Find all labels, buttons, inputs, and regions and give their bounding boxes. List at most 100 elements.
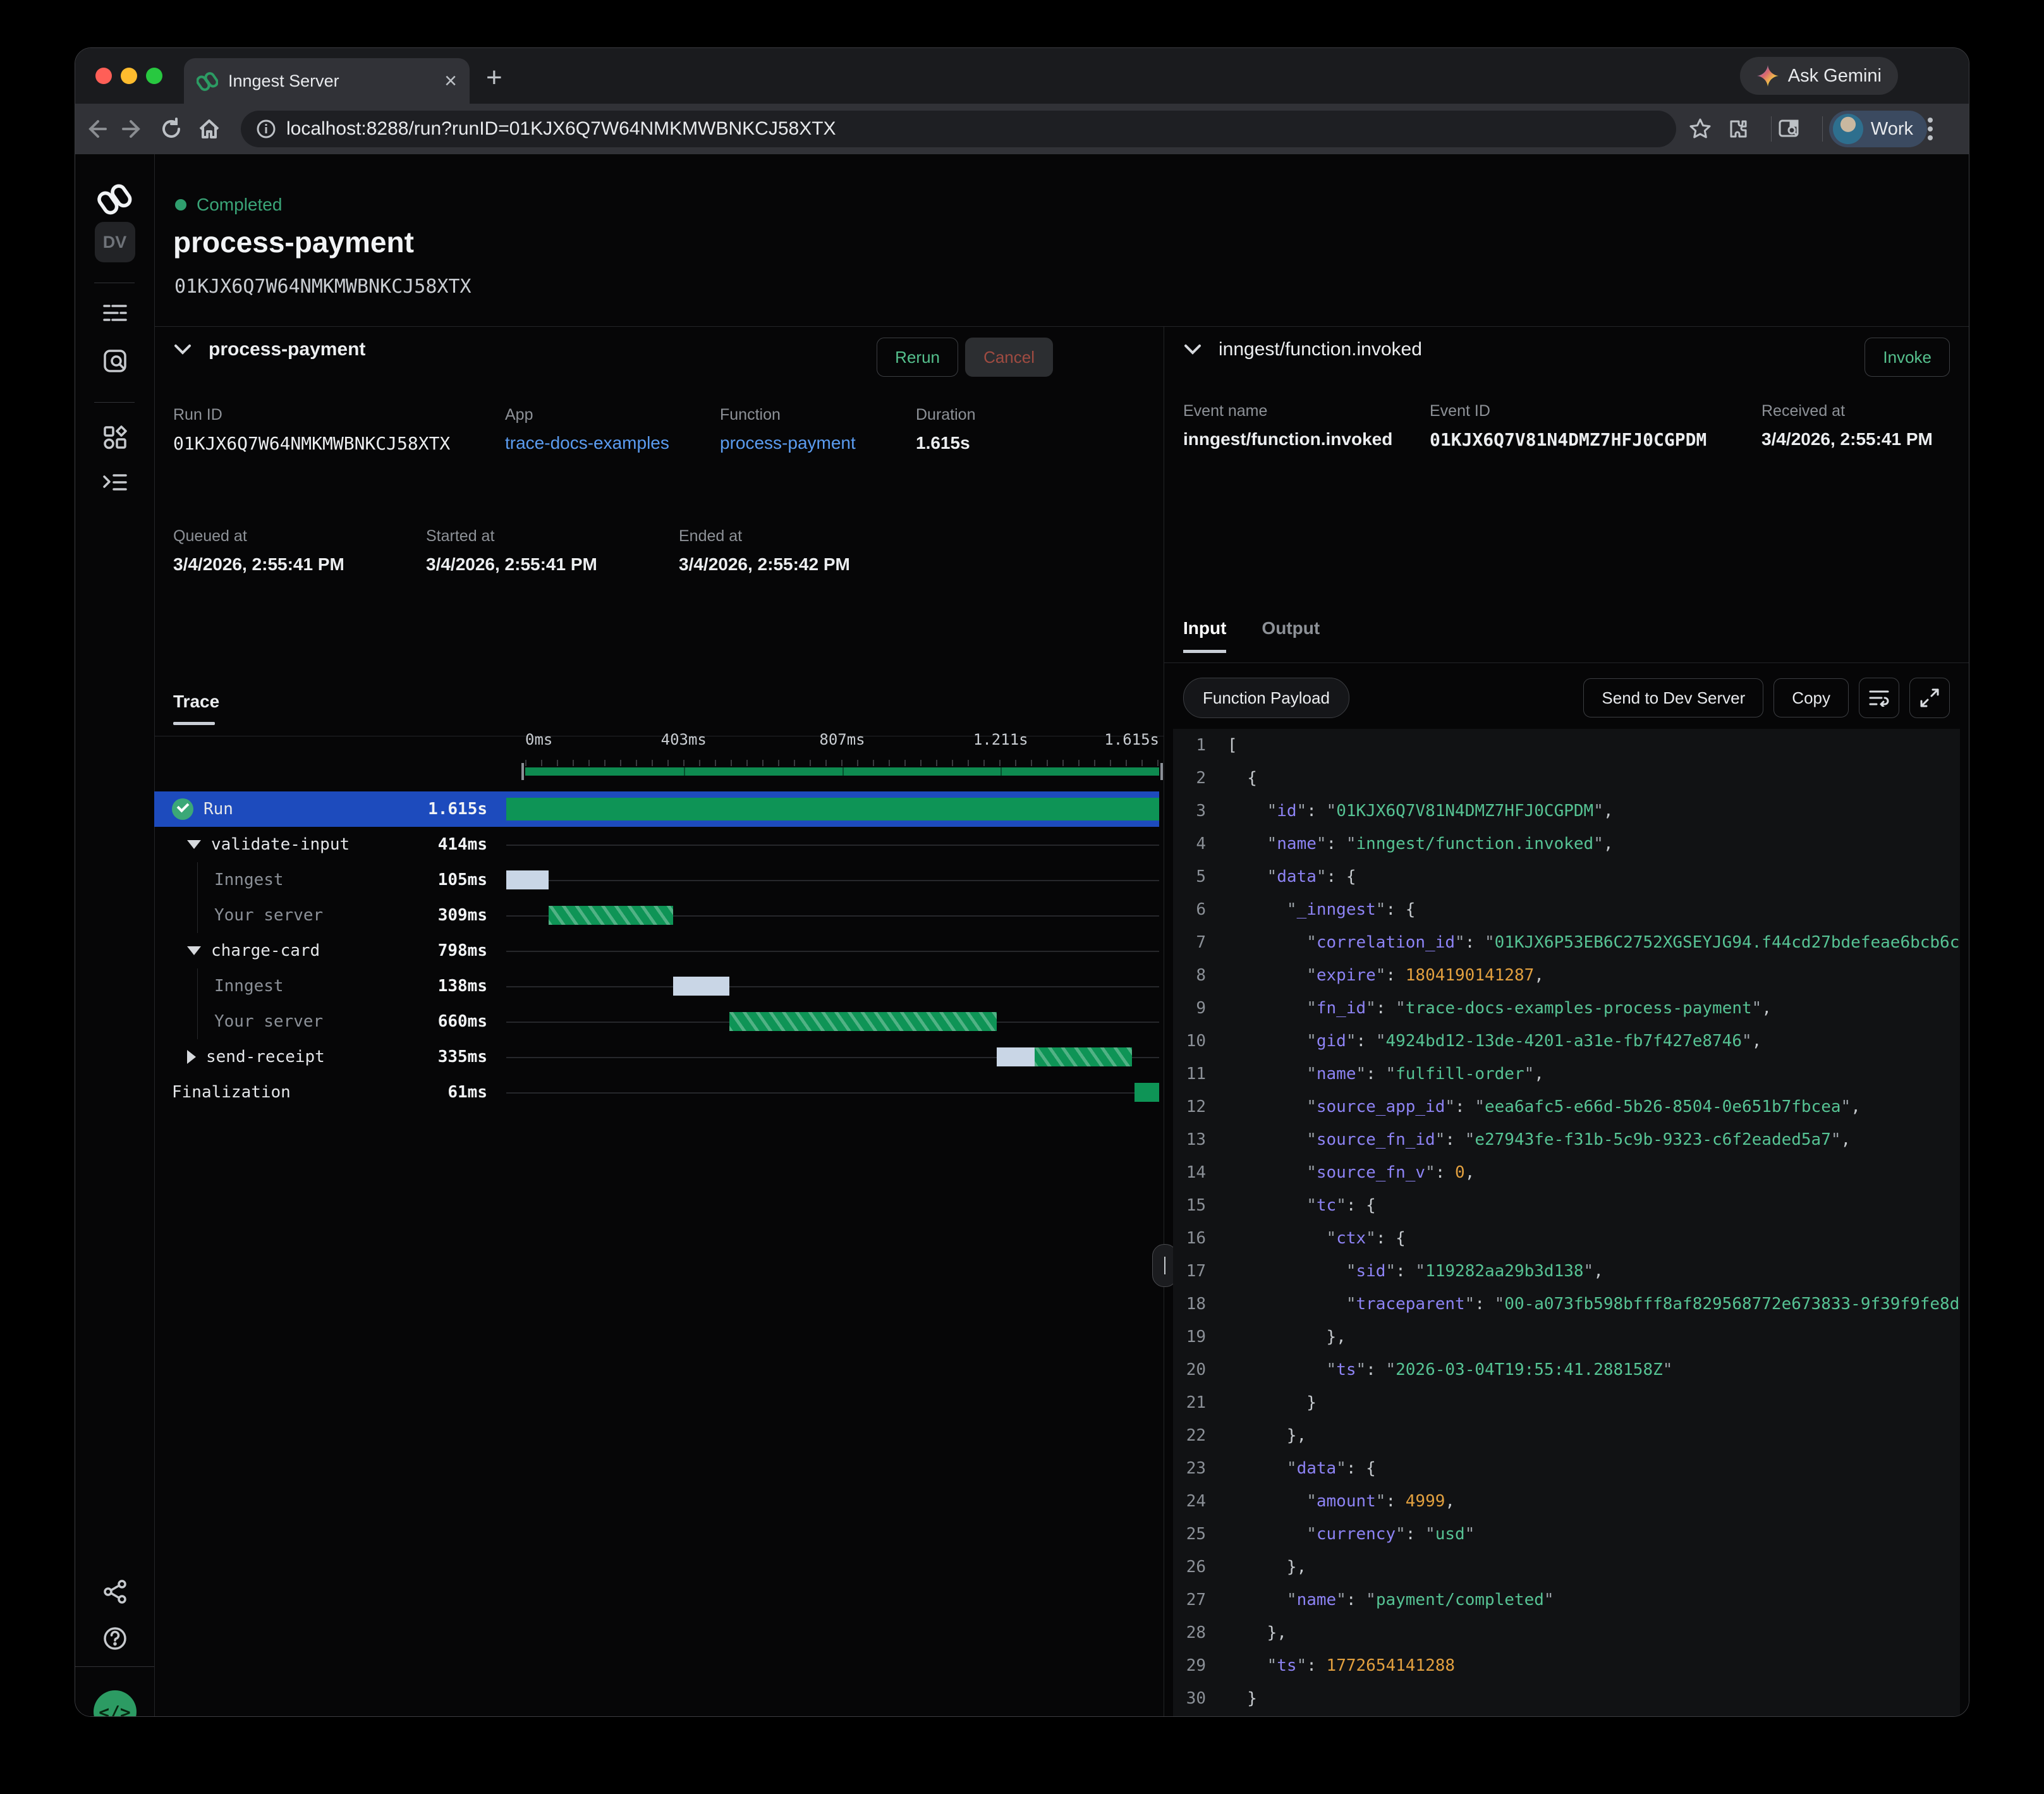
search-tabs-icon[interactable]: [1778, 118, 1816, 140]
sidebar: DV: [75, 154, 154, 1716]
chevron-right-icon[interactable]: [187, 1050, 196, 1064]
trace-row-run[interactable]: Run1.615s: [154, 791, 1159, 827]
tab-output[interactable]: Output: [1262, 618, 1320, 653]
trace-span-bar[interactable]: [673, 977, 729, 996]
trace-span-bar[interactable]: [729, 1012, 996, 1031]
trace-span-bar[interactable]: [1135, 1083, 1159, 1102]
line-number: 10: [1173, 1032, 1227, 1051]
trace-span-bar[interactable]: [506, 798, 1159, 821]
code-line: 27"name": "payment/completed": [1173, 1583, 1960, 1616]
code-line: 1[: [1173, 729, 1960, 762]
status-dot-icon: [175, 199, 186, 211]
sidebar-item-console[interactable]: [75, 472, 154, 493]
trace-row-duration: 1.615s: [428, 800, 487, 819]
extensions-icon[interactable]: [1727, 118, 1765, 140]
invoke-button[interactable]: Invoke: [1865, 338, 1950, 377]
trace-row-label: Your server: [214, 906, 323, 925]
line-number: 27: [1173, 1590, 1227, 1609]
code-line: 7"correlation_id": "01KJX6P53EB6C2752XGS…: [1173, 926, 1960, 959]
trace-span-bar[interactable]: [506, 870, 549, 889]
tab-close-icon[interactable]: ×: [444, 70, 457, 92]
bookmark-star-icon[interactable]: [1689, 118, 1727, 140]
code-line: 20"ts": "2026-03-04T19:55:41.288158Z": [1173, 1353, 1960, 1386]
chevron-down-icon[interactable]: [1183, 343, 1202, 356]
help-icon[interactable]: [75, 1626, 154, 1651]
ask-gemini-button[interactable]: Ask Gemini: [1740, 57, 1898, 95]
reload-icon[interactable]: [160, 118, 198, 140]
trace-row-duration: 335ms: [438, 1047, 487, 1066]
indent-guide: [197, 898, 198, 933]
event-detail-panel: inngest/function.invoked Invoke Event na…: [1164, 326, 1969, 1716]
trace-row-label: Finalization: [172, 1083, 291, 1102]
code-line: 25"currency": "usd": [1173, 1518, 1960, 1551]
trace-row-validate-input[interactable]: validate-input414ms: [154, 827, 1159, 862]
maximize-window-button[interactable]: [146, 68, 162, 84]
browser-tab[interactable]: Inngest Server ×: [184, 58, 470, 104]
forward-icon[interactable]: [122, 118, 160, 140]
trace-span-bar[interactable]: [549, 906, 673, 925]
url-bar[interactable]: localhost:8288/run?runID=01KJX6Q7W64NMKM…: [241, 111, 1676, 147]
cancel-button[interactable]: Cancel: [965, 338, 1053, 377]
kebab-menu-icon[interactable]: [1927, 116, 1965, 142]
new-tab-button[interactable]: +: [486, 62, 502, 94]
sidebar-item-runs[interactable]: [75, 303, 154, 324]
trace-row-your-server[interactable]: Your server 309ms: [154, 898, 1159, 933]
axis-tick-label: 403ms: [661, 731, 707, 748]
minimize-window-button[interactable]: [121, 68, 137, 84]
trace-row-charge-card[interactable]: charge-card798ms: [154, 933, 1159, 968]
tab-input[interactable]: Input: [1183, 618, 1226, 653]
line-number: 24: [1173, 1492, 1227, 1511]
code-line: 13"source_fn_id": "e27943fe-f31b-5c9b-93…: [1173, 1123, 1960, 1156]
trace-row-duration: 309ms: [438, 906, 487, 925]
app-link[interactable]: trace-docs-examples: [505, 433, 669, 453]
function-link[interactable]: process-payment: [720, 433, 856, 453]
chevron-down-icon[interactable]: [187, 946, 201, 955]
trace-row-send-receipt[interactable]: send-receipt335ms: [154, 1039, 1159, 1075]
trace-row-label: validate-input: [211, 835, 350, 854]
send-to-dev-server-button[interactable]: Send to Dev Server: [1583, 678, 1763, 717]
share-icon[interactable]: [75, 1580, 154, 1604]
trace-row-label: Inngest: [214, 870, 284, 889]
trace-row-finalization[interactable]: Finalization61ms: [154, 1075, 1159, 1110]
line-number: 8: [1173, 966, 1227, 985]
site-info-icon[interactable]: [256, 119, 276, 139]
sidebar-item-apps[interactable]: [75, 425, 154, 450]
trace-row-inngest[interactable]: Inngest138ms: [154, 968, 1159, 1004]
url-text: localhost:8288/run?runID=01KJX6Q7W64NMKM…: [286, 118, 836, 140]
inngest-logo[interactable]: [75, 181, 154, 216]
page-title: process-payment: [173, 225, 414, 259]
back-icon[interactable]: [84, 118, 122, 140]
payload-toolbar: Function Payload Send to Dev Server Copy: [1183, 678, 1950, 718]
code-line: 22},: [1173, 1419, 1960, 1452]
dev-server-button[interactable]: </>: [75, 1690, 154, 1717]
trace-span-bar[interactable]: [1035, 1047, 1132, 1066]
tab-trace[interactable]: Trace: [173, 692, 219, 725]
close-window-button[interactable]: [95, 68, 112, 84]
home-icon[interactable]: [198, 118, 236, 140]
run-panel-header[interactable]: process-payment: [173, 339, 365, 360]
environment-badge[interactable]: DV: [75, 222, 154, 262]
profile-chip[interactable]: Work: [1829, 111, 1927, 147]
sidebar-item-events[interactable]: [75, 349, 154, 373]
trace-span-bar[interactable]: [997, 1047, 1035, 1066]
code-line: 14"source_fn_v": 0,: [1173, 1156, 1960, 1189]
trace-row-inngest[interactable]: Inngest105ms: [154, 862, 1159, 898]
chevron-down-icon[interactable]: [173, 343, 192, 356]
wrap-lines-icon[interactable]: [1859, 678, 1899, 718]
code-line: 26},: [1173, 1551, 1960, 1583]
expand-icon[interactable]: [1909, 678, 1950, 718]
rerun-button[interactable]: Rerun: [877, 338, 958, 377]
line-number: 11: [1173, 1065, 1227, 1083]
payload-code-viewer[interactable]: 1[2{3"id": "01KJX6Q7V81N4DMZ7HFJ0CGPDM",…: [1173, 729, 1960, 1717]
event-panel-header[interactable]: inngest/function.invoked: [1183, 339, 1422, 360]
run-id-text: 01KJX6Q7W64NMKMWBNKCJ58XTX: [174, 276, 471, 298]
trace-minimap[interactable]: [525, 767, 1159, 776]
copy-button[interactable]: Copy: [1773, 678, 1849, 717]
trace-row-your-server[interactable]: Your server660ms: [154, 1004, 1159, 1039]
line-number: 7: [1173, 933, 1227, 952]
field-started: Started at 3/4/2026, 2:55:41 PM: [426, 527, 597, 575]
gemini-sparkle-icon: [1756, 64, 1779, 87]
function-payload-pill[interactable]: Function Payload: [1183, 678, 1349, 718]
toolbar-separator: [1771, 116, 1772, 142]
chevron-down-icon[interactable]: [187, 840, 201, 849]
